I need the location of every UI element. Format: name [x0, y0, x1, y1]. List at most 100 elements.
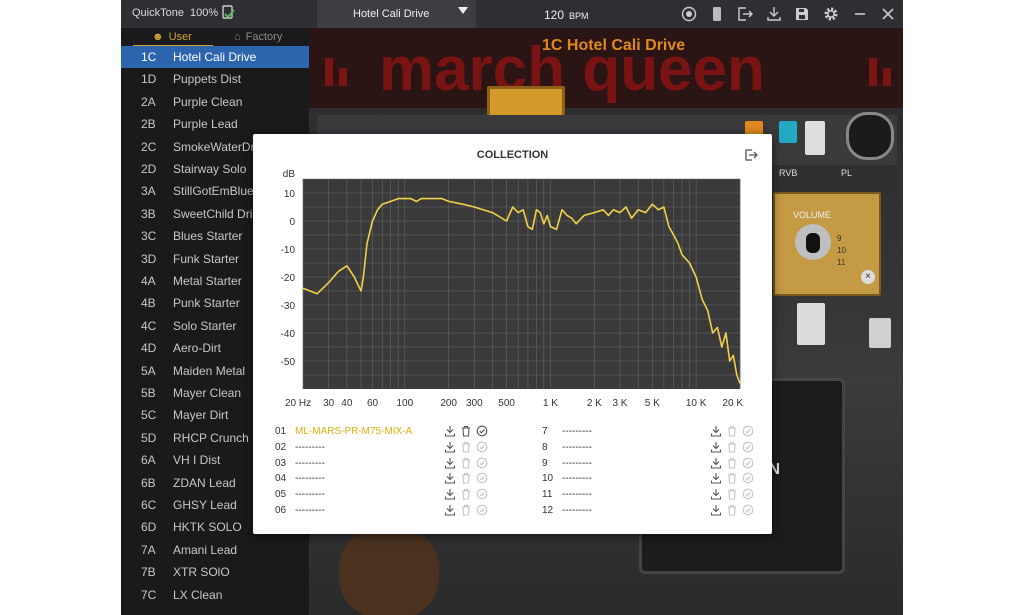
check-circle-icon[interactable]	[476, 425, 488, 437]
preset-slot: 3C	[141, 229, 157, 244]
check-circle-icon[interactable]	[742, 441, 754, 453]
check-circle-icon[interactable]	[476, 488, 488, 500]
collection-slot[interactable]: 11 ---------	[542, 487, 782, 503]
preset-name: Maiden Metal	[173, 363, 246, 378]
preset-item[interactable]: 1C Hotel Cali Drive	[121, 46, 309, 68]
amp-knob-number: 9	[837, 234, 842, 243]
download-icon[interactable]	[444, 441, 456, 453]
preset-slot: 1D	[141, 72, 157, 87]
preset-name: StillGotEmBlue	[173, 184, 254, 199]
download-icon[interactable]	[444, 425, 456, 437]
collection-slot[interactable]: 02 ---------	[275, 440, 515, 456]
preset-slot: 6D	[141, 520, 157, 535]
check-circle-icon[interactable]	[742, 472, 754, 484]
slot-name: ---------	[295, 441, 325, 453]
preset-slot: 5B	[141, 386, 156, 400]
check-circle-icon[interactable]	[476, 504, 488, 516]
trash-icon[interactable]	[460, 504, 472, 516]
download-icon[interactable]	[444, 504, 456, 516]
preset-slot: 1C	[141, 50, 157, 64]
collection-slot[interactable]: 05 ---------	[275, 487, 515, 503]
frequency-response-chart: 100-10-20-30-40-50dB20 Hz 30 40 60 100 200 300…	[281, 169, 744, 409]
download-icon[interactable]	[444, 488, 456, 500]
tab-user[interactable]: ☻ User	[152, 31, 192, 43]
collection-slot[interactable]: 06 ---------	[275, 503, 515, 519]
save-icon[interactable]	[794, 6, 810, 22]
collection-slot[interactable]: 9 ---------	[542, 456, 782, 472]
preset-name: Mayer Clean	[173, 386, 242, 400]
slot-name: ---------	[295, 489, 325, 501]
minimize-icon[interactable]	[852, 6, 868, 22]
volume-knob[interactable]	[806, 233, 820, 253]
trash-icon[interactable]	[726, 457, 738, 469]
slot-number: 11	[542, 489, 553, 501]
trash-icon[interactable]	[726, 425, 738, 437]
trash-icon[interactable]	[726, 472, 738, 484]
check-circle-icon[interactable]	[476, 472, 488, 484]
download-icon[interactable]	[710, 441, 722, 453]
trash-icon[interactable]	[460, 425, 472, 437]
remove-icon[interactable]: ×	[861, 270, 875, 284]
collection-slot[interactable]: 03 ---------	[275, 456, 515, 472]
download-icon[interactable]	[444, 472, 456, 484]
device-icon[interactable]	[709, 6, 725, 22]
preset-dropdown[interactable]: Hotel Cali Drive	[317, 0, 476, 28]
check-circle-icon[interactable]	[742, 457, 754, 469]
collection-slot[interactable]: 7 ---------	[542, 424, 782, 440]
download-icon[interactable]	[444, 457, 456, 469]
volume-level: 100%	[189, 7, 219, 19]
close-icon[interactable]	[880, 6, 896, 22]
check-circle-icon[interactable]	[476, 457, 488, 469]
preset-item[interactable]: 7B XTR SOlO	[121, 561, 309, 583]
gear-icon[interactable]	[823, 6, 839, 22]
collection-slot[interactable]: 10 ---------	[542, 471, 782, 487]
download-icon[interactable]	[710, 425, 722, 437]
slot-number: 12	[542, 505, 554, 516]
bpm-display[interactable]: 120 BPM	[544, 8, 589, 22]
trash-icon[interactable]	[726, 441, 738, 453]
download-icon[interactable]	[710, 504, 722, 516]
preset-item[interactable]: 7C LX Clean	[121, 584, 309, 606]
slot-name: ---------	[295, 473, 325, 485]
preset-name: XTR SOlO	[173, 565, 230, 580]
preset-item[interactable]: 2A Purple Clean	[121, 91, 309, 113]
preset-slot: 6C	[141, 498, 157, 512]
x-tick-label: 2 K	[587, 398, 602, 409]
slot-number: 8	[542, 441, 548, 453]
device-sync-icon[interactable]	[220, 5, 236, 21]
trash-icon[interactable]	[726, 488, 738, 500]
check-circle-icon[interactable]	[742, 504, 754, 516]
collection-slot[interactable]: 12 ---------	[542, 503, 782, 519]
slot-name: ---------	[295, 457, 325, 469]
pedal-effect[interactable]	[779, 121, 797, 143]
trash-icon[interactable]	[460, 457, 472, 469]
pedal-reverb[interactable]	[805, 121, 825, 155]
trash-icon[interactable]	[460, 488, 472, 500]
x-tick-label: 5 K	[645, 398, 660, 409]
preset-item[interactable]: 1D Puppets Dist	[121, 68, 309, 90]
trash-icon[interactable]	[460, 472, 472, 484]
download-icon[interactable]	[710, 457, 722, 469]
download-icon[interactable]	[710, 488, 722, 500]
export-icon[interactable]	[737, 6, 753, 22]
trash-icon[interactable]	[726, 504, 738, 516]
preset-item[interactable]: 2B Purple Lead	[121, 113, 309, 135]
collection-slot[interactable]: 01 ML-MARS-PR-M75-MIX-A	[275, 424, 515, 440]
trash-icon[interactable]	[460, 441, 472, 453]
download-icon[interactable]	[766, 6, 782, 22]
tuner-icon[interactable]	[681, 6, 697, 22]
preset-slot: 4B	[141, 296, 156, 311]
check-circle-icon[interactable]	[476, 441, 488, 453]
preset-item[interactable]: 7A Amani Lead	[121, 539, 309, 561]
preset-slot: 5C	[141, 408, 157, 423]
tab-factory[interactable]: ⌂ Factory	[234, 31, 282, 43]
preset-slot: 2C	[141, 139, 157, 154]
check-circle-icon[interactable]	[742, 488, 754, 500]
y-tick-label: -30	[281, 301, 296, 312]
collection-slot[interactable]: 04 ---------	[275, 471, 515, 487]
slot-number: 03	[275, 457, 287, 469]
collection-slot[interactable]: 8 ---------	[542, 440, 782, 456]
download-icon[interactable]	[710, 472, 722, 484]
check-circle-icon[interactable]	[742, 425, 754, 437]
pedal-speaker[interactable]	[846, 112, 894, 160]
